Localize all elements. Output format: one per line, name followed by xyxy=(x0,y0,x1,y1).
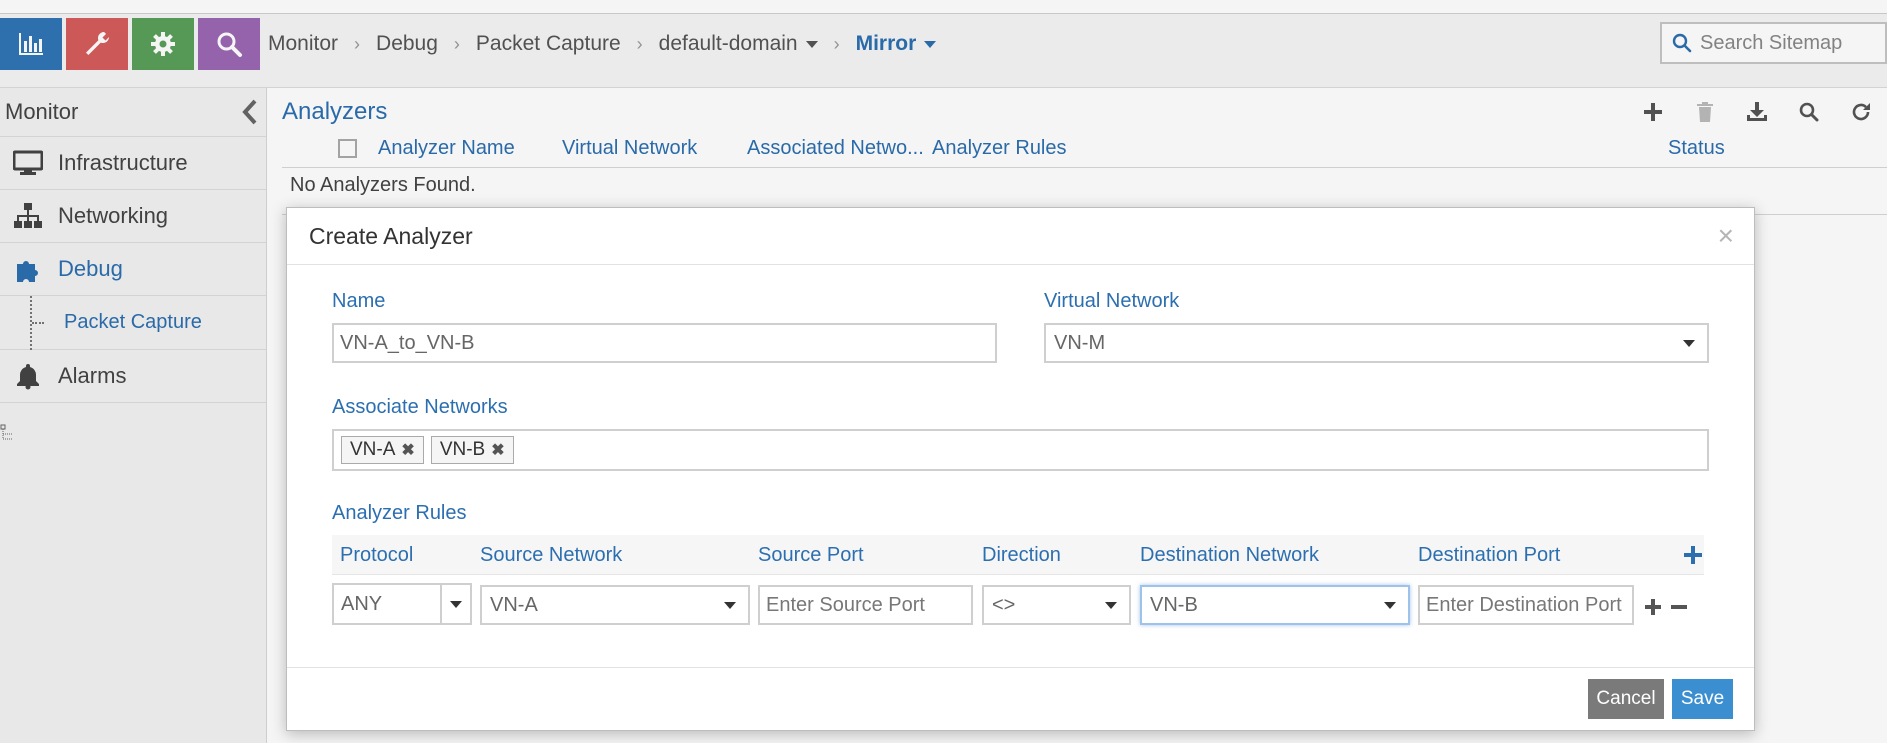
network-tag: VN-B ✖ xyxy=(430,436,514,464)
network-tag: VN-A ✖ xyxy=(341,436,424,464)
name-input[interactable] xyxy=(334,325,995,361)
modal-header: Create Analyzer × xyxy=(287,208,1754,265)
remove-tag-icon[interactable]: ✖ xyxy=(491,440,504,460)
add-icon xyxy=(1645,599,1661,615)
tag-label: VN-A xyxy=(350,439,396,460)
destination-port-input[interactable] xyxy=(1420,587,1632,623)
direction-select[interactable]: <> xyxy=(982,585,1131,625)
rule-column-protocol: Protocol xyxy=(340,543,414,566)
rules-header: Protocol Source Network Source Port Dire… xyxy=(332,535,1704,575)
protocol-select[interactable]: ANY xyxy=(332,583,472,625)
analyzer-rules-label: Analyzer Rules xyxy=(332,502,467,524)
add-icon xyxy=(1684,546,1702,564)
virtual-network-value: VN-M xyxy=(1054,331,1106,354)
create-analyzer-modal: Create Analyzer × Name Virtual Network V… xyxy=(286,207,1755,731)
destination-port-field[interactable] xyxy=(1418,585,1634,625)
rule-column-destination-network: Destination Network xyxy=(1140,543,1319,566)
source-network-select[interactable]: VN-A xyxy=(480,585,750,625)
cancel-button[interactable]: Cancel xyxy=(1588,679,1664,719)
caret-down-icon xyxy=(450,601,462,608)
source-port-input[interactable] xyxy=(760,587,971,623)
modal-title: Create Analyzer xyxy=(309,222,473,249)
destination-network-value: VN-B xyxy=(1150,593,1198,616)
caret-down-icon xyxy=(1384,602,1396,609)
tag-label: VN-B xyxy=(439,439,486,460)
caret-down-icon xyxy=(1683,340,1695,347)
rule-column-destination-port: Destination Port xyxy=(1418,543,1561,566)
destination-network-select[interactable]: VN-B xyxy=(1140,585,1410,625)
rule-column-direction: Direction xyxy=(982,543,1061,566)
caret-down-icon xyxy=(1105,602,1117,609)
protocol-toggle[interactable] xyxy=(440,585,470,623)
rule-column-source-port: Source Port xyxy=(758,543,864,566)
source-port-field[interactable] xyxy=(758,585,973,625)
save-button[interactable]: Save xyxy=(1672,679,1733,719)
associate-networks-label: Associate Networks xyxy=(332,396,508,418)
remove-tag-icon[interactable]: ✖ xyxy=(401,440,414,460)
protocol-value: ANY xyxy=(341,592,383,615)
name-label: Name xyxy=(332,290,386,312)
rule-column-source-network: Source Network xyxy=(480,543,623,566)
source-network-value: VN-A xyxy=(490,593,538,616)
close-icon[interactable]: × xyxy=(1718,222,1734,250)
virtual-network-label: Virtual Network xyxy=(1044,290,1180,312)
associate-networks-field[interactable]: VN-A ✖ VN-B ✖ xyxy=(332,429,1709,471)
add-row-button[interactable] xyxy=(1645,591,1661,622)
add-rule-button[interactable] xyxy=(1684,535,1702,575)
minus-icon xyxy=(1671,605,1687,609)
virtual-network-select[interactable]: VN-M xyxy=(1044,323,1709,363)
rule-row-actions xyxy=(1645,591,1687,622)
direction-value: <> xyxy=(992,593,1016,616)
modal-footer: Cancel Save xyxy=(287,667,1754,731)
name-field[interactable] xyxy=(332,323,997,363)
remove-row-button[interactable] xyxy=(1671,591,1687,622)
caret-down-icon xyxy=(724,602,736,609)
